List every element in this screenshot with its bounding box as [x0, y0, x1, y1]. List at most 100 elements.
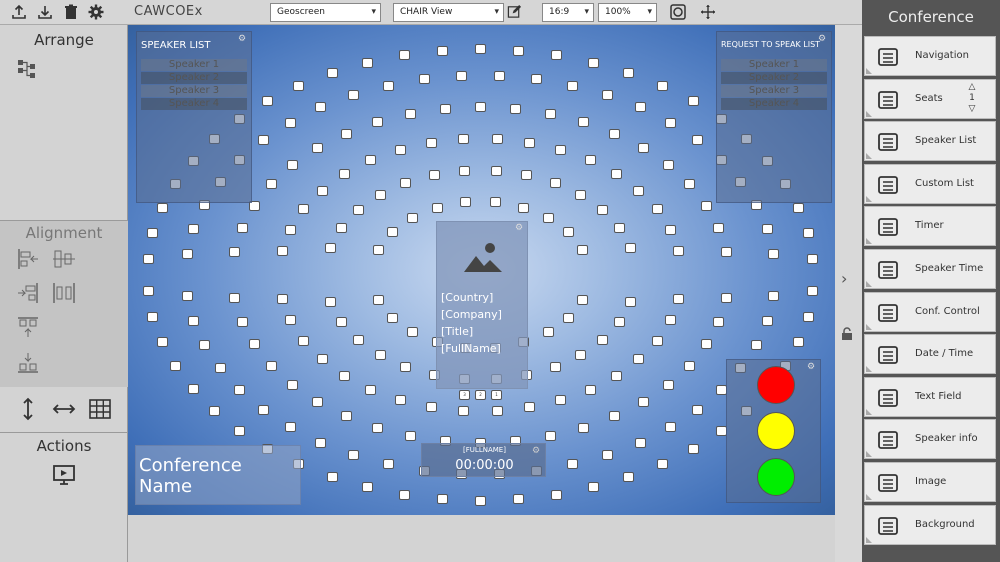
seat[interactable]: [609, 128, 621, 139]
align-left-icon[interactable]: [16, 247, 40, 271]
align-vertical-center-icon[interactable]: [52, 247, 76, 271]
seat[interactable]: [567, 80, 579, 91]
seat[interactable]: [575, 190, 587, 201]
seat[interactable]: [521, 169, 533, 180]
seat[interactable]: [597, 334, 608, 345]
chevron-up-icon[interactable]: △: [965, 82, 979, 93]
seat[interactable]: [386, 312, 398, 323]
widget-item-speaker-time[interactable]: Speaker Time: [864, 249, 996, 289]
seat[interactable]: [700, 200, 712, 211]
seat[interactable]: [199, 340, 211, 351]
geoscreen-select[interactable]: Geoscreen ▾: [270, 3, 381, 22]
seat[interactable]: [156, 336, 168, 347]
seat[interactable]: [361, 57, 373, 68]
seat[interactable]: [602, 449, 614, 460]
seat[interactable]: [400, 178, 412, 189]
seat[interactable]: [315, 437, 327, 448]
seat[interactable]: [475, 44, 486, 55]
seat[interactable]: [807, 285, 819, 296]
seat[interactable]: [365, 384, 377, 395]
seat[interactable]: [458, 406, 470, 417]
seat[interactable]: [551, 489, 563, 500]
seat[interactable]: [326, 67, 338, 78]
seat[interactable]: [312, 396, 324, 407]
seat[interactable]: [142, 254, 154, 265]
seat[interactable]: [257, 135, 269, 146]
seat[interactable]: [182, 290, 194, 301]
seat[interactable]: [361, 482, 373, 493]
widget-item-timer[interactable]: Timer: [864, 206, 996, 247]
seat[interactable]: [493, 70, 505, 81]
seat[interactable]: [249, 339, 261, 350]
view-select[interactable]: CHAIR View ▾: [393, 3, 504, 22]
speaker-list-item[interactable]: Speaker 4: [141, 98, 247, 110]
seat[interactable]: [394, 395, 406, 406]
seat[interactable]: [182, 249, 194, 260]
seat[interactable]: [386, 227, 398, 238]
seat[interactable]: [432, 202, 444, 213]
seat[interactable]: [656, 459, 668, 470]
seat[interactable]: [491, 133, 503, 144]
seat[interactable]: [156, 203, 168, 214]
seat[interactable]: [460, 197, 472, 208]
seating-canvas[interactable]: 321 SPEAKER LIST ⚙ Speaker 1 Speaker 2 S…: [128, 25, 835, 515]
seat[interactable]: [651, 204, 663, 215]
gear-icon[interactable]: ⚙: [515, 224, 524, 233]
seat[interactable]: [373, 295, 385, 306]
seat[interactable]: [715, 385, 727, 396]
widget-item-image[interactable]: Image: [864, 462, 996, 502]
seat[interactable]: [326, 472, 338, 483]
seat[interactable]: [530, 74, 542, 85]
seat[interactable]: [287, 379, 299, 390]
seat[interactable]: [298, 204, 310, 215]
seat[interactable]: [187, 384, 199, 395]
seat[interactable]: [545, 108, 557, 119]
seat[interactable]: [382, 459, 394, 470]
seat[interactable]: [229, 246, 241, 257]
widget-item-date-time[interactable]: Date / Time: [864, 334, 996, 375]
seat[interactable]: [214, 363, 226, 374]
seat[interactable]: [609, 411, 621, 422]
speaker-list-item[interactable]: Speaker 1: [141, 59, 247, 71]
seat[interactable]: [576, 244, 588, 255]
seat[interactable]: [312, 143, 324, 154]
widget-item-navigation[interactable]: Navigation: [864, 36, 996, 76]
seat[interactable]: [662, 379, 674, 390]
seat[interactable]: [665, 315, 677, 326]
request-to-speak-widget[interactable]: REQUEST TO SPEAK LIST ⚙ Speaker 1 Speake…: [716, 31, 832, 203]
seat[interactable]: [147, 228, 159, 239]
seat[interactable]: [613, 316, 625, 327]
seat[interactable]: [563, 227, 575, 238]
align-top-icon[interactable]: [16, 315, 40, 339]
seat[interactable]: [287, 160, 299, 171]
seat[interactable]: [767, 290, 779, 301]
request-list-item[interactable]: Speaker 2: [721, 72, 827, 84]
seat[interactable]: [475, 495, 486, 506]
seat[interactable]: [339, 169, 351, 180]
seat[interactable]: [352, 334, 364, 345]
seat[interactable]: [257, 404, 269, 415]
seat[interactable]: [802, 228, 814, 239]
seat[interactable]: [633, 354, 645, 365]
arrange-tree-icon[interactable]: [16, 58, 40, 82]
seat[interactable]: [336, 223, 348, 234]
seat[interactable]: [720, 246, 732, 257]
seat[interactable]: [664, 117, 676, 128]
seat[interactable]: [428, 169, 440, 180]
seat[interactable]: [188, 224, 200, 235]
seat[interactable]: [673, 293, 685, 304]
seat[interactable]: [555, 144, 567, 155]
speaker-list-item[interactable]: Speaker 2: [141, 72, 247, 84]
seat[interactable]: [720, 293, 732, 304]
seat[interactable]: [673, 246, 685, 257]
widget-item-text-field[interactable]: Text Field: [864, 376, 996, 417]
gear-icon[interactable]: ⚙: [532, 447, 541, 456]
seat[interactable]: [761, 315, 773, 326]
align-bottom-icon[interactable]: [16, 351, 40, 375]
seat[interactable]: [664, 422, 676, 433]
unlock-icon[interactable]: [841, 327, 853, 341]
seat[interactable]: [567, 459, 579, 470]
seat[interactable]: [634, 102, 646, 113]
seat[interactable]: [276, 293, 288, 304]
seat[interactable]: [575, 349, 587, 360]
